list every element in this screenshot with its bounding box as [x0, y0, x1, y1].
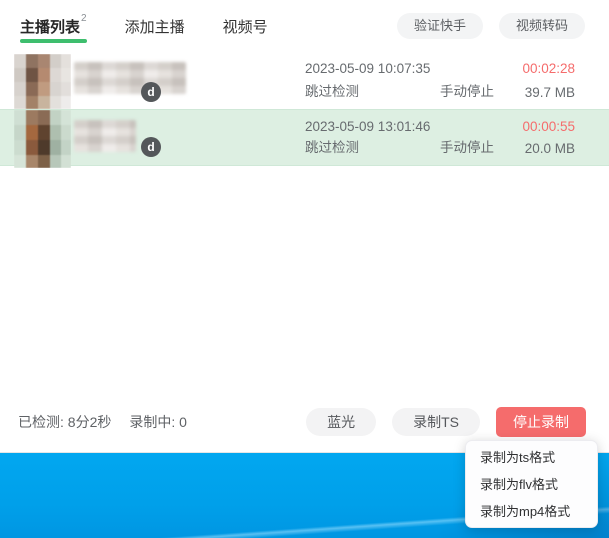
- tab-streamer-list[interactable]: 主播列表2: [20, 0, 87, 52]
- tab-streamer-list-label: 主播列表: [20, 16, 80, 37]
- stop-mode: 手动停止: [440, 80, 494, 100]
- active-tab-underline: [20, 39, 87, 43]
- record-duration: 00:00:55: [522, 119, 575, 134]
- platform-d-badge: d: [141, 82, 161, 102]
- tab-video-channel-label: 视频号: [223, 16, 268, 37]
- status-bar: 已检测: 8分2秒 录制中: 0 蓝光 录制TS 停止录制: [0, 399, 609, 445]
- tab-add-streamer-label: 添加主播: [125, 16, 185, 37]
- record-ts-button[interactable]: 录制TS: [392, 408, 480, 436]
- stream-row-1[interactable]: d 2023-05-09 10:07:35 跳过检测 手动停止 00:02:28…: [0, 52, 609, 109]
- stream-list: d 2023-05-09 10:07:35 跳过检测 手动停止 00:02:28…: [0, 52, 609, 166]
- tab-bar: 主播列表2 添加主播 视频号 验证快手 视频转码: [0, 0, 609, 52]
- streamer-avatar-censored: [14, 54, 71, 109]
- menu-item-record-mp4-format[interactable]: 录制为mp4格式: [466, 498, 597, 525]
- stream-row-2[interactable]: d 2023-05-09 13:01:46 跳过检测 手动停止 00:00:55…: [0, 109, 609, 166]
- record-start-time: 2023-05-09 13:01:46: [305, 119, 430, 134]
- menu-item-record-ts-format[interactable]: 录制为ts格式: [466, 444, 597, 471]
- streamer-name-censored: [74, 120, 136, 152]
- stop-record-button[interactable]: 停止录制: [496, 407, 586, 437]
- detect-status: 跳过检测: [305, 136, 359, 156]
- menu-item-record-flv-format[interactable]: 录制为flv格式: [466, 471, 597, 498]
- app-window: 主播列表2 添加主播 视频号 验证快手 视频转码: [0, 0, 609, 453]
- video-transcode-button[interactable]: 视频转码: [499, 13, 585, 39]
- tab-streamer-list-badge: 2: [81, 13, 87, 24]
- tab-video-channel[interactable]: 视频号: [223, 0, 268, 52]
- file-size: 39.7 MB: [525, 85, 575, 100]
- detected-time-text: 已检测: 8分2秒: [18, 414, 111, 430]
- recording-count-text: 录制中: 0: [129, 414, 187, 430]
- record-duration: 00:02:28: [522, 61, 575, 76]
- status-text: 已检测: 8分2秒 录制中: 0: [18, 412, 187, 432]
- tab-add-streamer[interactable]: 添加主播: [125, 0, 185, 52]
- detect-status: 跳过检测: [305, 80, 359, 100]
- streamer-avatar-censored: [14, 110, 71, 168]
- record-start-time: 2023-05-09 10:07:35: [305, 61, 430, 76]
- record-format-dropdown: 录制为ts格式 录制为flv格式 录制为mp4格式: [465, 440, 598, 528]
- file-size: 20.0 MB: [525, 141, 575, 156]
- screen: 主播列表2 添加主播 视频号 验证快手 视频转码: [0, 0, 609, 538]
- stop-mode: 手动停止: [440, 136, 494, 156]
- verify-kuaishou-button[interactable]: 验证快手: [397, 13, 483, 39]
- blu-ray-quality-button[interactable]: 蓝光: [306, 408, 376, 436]
- platform-d-badge: d: [141, 137, 161, 157]
- streamer-name-censored: [74, 62, 186, 94]
